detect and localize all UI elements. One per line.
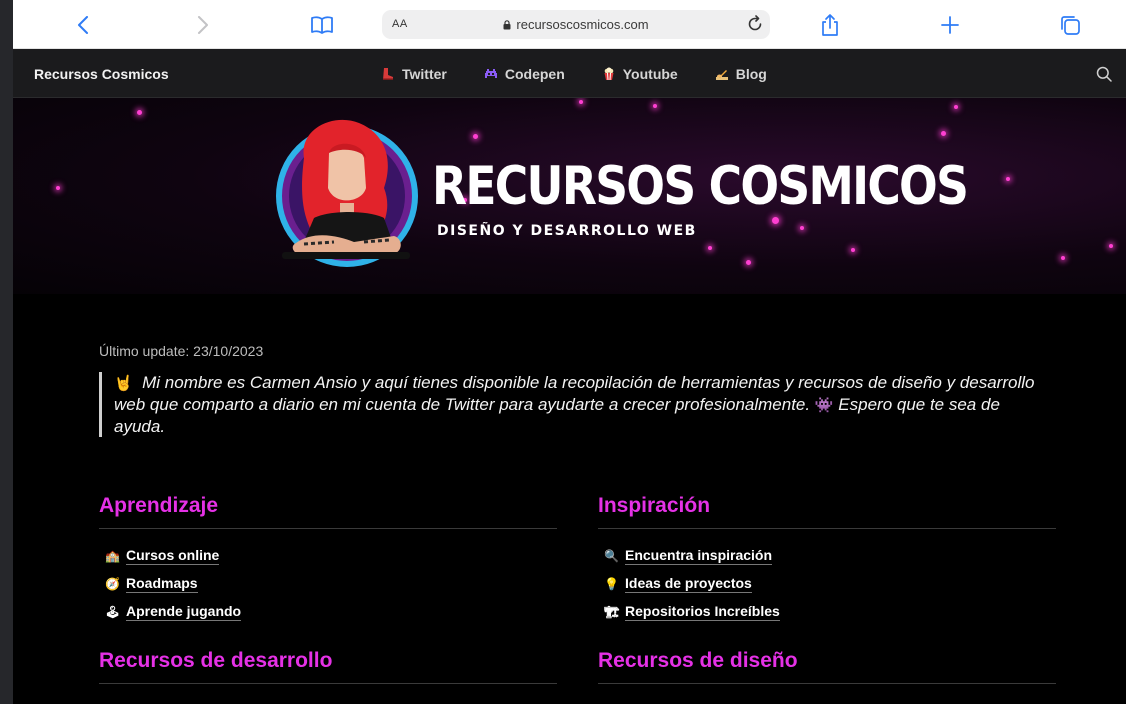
section-recursos-diseno: Recursos de diseño	[598, 649, 1056, 684]
site-brand[interactable]: Recursos Cosmicos	[34, 66, 169, 82]
boot-icon	[383, 68, 393, 80]
search-icon[interactable]	[1096, 66, 1112, 82]
site-navbar: Recursos Cosmicos Twitter Codepen Youtub…	[13, 49, 1126, 98]
link-label[interactable]: Encuentra inspiración	[625, 547, 773, 565]
lock-icon	[503, 20, 511, 30]
nav-link-codepen[interactable]: Codepen	[484, 66, 565, 82]
joystick-icon: 🕹	[105, 605, 121, 619]
section-title: Inspiración	[598, 494, 1056, 529]
link-label[interactable]: Ideas de proyectos	[625, 575, 752, 593]
list-item[interactable]: 🕹 Aprende jugando	[99, 598, 557, 626]
list-item[interactable]: 🏗 Repositorios Increíbles	[598, 598, 1056, 626]
section-inspiracion: Inspiración 🔍 Encuentra inspiración 💡 Idea…	[598, 494, 1056, 626]
chevron-right-icon	[198, 16, 208, 34]
address-bar[interactable]: AA recursoscosmicos.com	[382, 10, 770, 39]
avatar-logo	[276, 119, 418, 267]
browser-window: AA recursoscosmicos.com Recursos Cosmico…	[13, 0, 1126, 704]
share-button[interactable]	[817, 12, 843, 38]
school-icon: 🏫	[105, 549, 120, 563]
hero-banner: RECURSOS COSMICOS DISEÑO Y DESARROLLO WE…	[13, 98, 1126, 294]
section-recursos-desarrollo: Recursos de desarrollo	[99, 649, 557, 684]
nav-link-twitter[interactable]: Twitter	[381, 66, 447, 82]
url-text: recursoscosmicos.com	[516, 17, 649, 32]
writing-hand-icon	[715, 70, 728, 80]
lightbulb-icon: 💡	[604, 577, 619, 591]
banner-subtitle: DISEÑO Y DESARROLLO WEB	[437, 223, 697, 239]
banner-title: RECURSOS COSMICOS	[432, 156, 969, 217]
construction-icon: 🏗	[604, 605, 620, 619]
book-icon	[311, 16, 333, 34]
last-update: Último update: 23/10/2023	[99, 343, 264, 359]
nav-link-blog[interactable]: Blog	[715, 66, 767, 82]
forward-button[interactable]	[190, 12, 216, 38]
link-label[interactable]: Cursos online	[126, 547, 220, 565]
compass-icon: 🧭	[105, 577, 120, 591]
section-aprendizaje: Aprendizaje 🏫 Cursos online 🧭 Roadmaps 🕹 Ap…	[99, 494, 557, 626]
nav-links: Twitter Codepen Youtube Blog	[381, 66, 804, 82]
link-label[interactable]: Roadmaps	[126, 575, 198, 593]
section-list: 🏫 Cursos online 🧭 Roadmaps 🕹 Aprende jugand…	[99, 542, 557, 626]
plus-icon	[941, 16, 959, 34]
list-item[interactable]: 💡 Ideas de proyectos	[598, 570, 1056, 598]
nav-link-label: Codepen	[504, 66, 565, 82]
nav-link-label: Youtube	[622, 66, 678, 82]
intro-quote: 🤘 Mi nombre es Carmen Ansio y aquí tiene…	[99, 372, 1049, 437]
section-title: Recursos de desarrollo	[99, 649, 557, 684]
section-list: 🔍 Encuentra inspiración 💡 Ideas de proyect…	[598, 542, 1056, 626]
browser-toolbar: AA recursoscosmicos.com	[13, 0, 1126, 49]
reload-icon[interactable]	[746, 15, 764, 33]
nav-link-youtube[interactable]: Youtube	[602, 66, 678, 82]
tabs-icon	[1061, 16, 1080, 35]
rock-hand-emoji: 🤘	[114, 375, 133, 392]
bookmarks-button[interactable]	[309, 12, 335, 38]
share-icon	[822, 14, 838, 36]
link-label[interactable]: Aprende jugando	[126, 603, 242, 621]
section-title: Aprendizaje	[99, 494, 557, 529]
list-item[interactable]: 🔍 Encuentra inspiración	[598, 542, 1056, 570]
list-item[interactable]: 🧭 Roadmaps	[99, 570, 557, 598]
space-invader-icon	[484, 69, 497, 78]
popcorn-icon	[604, 67, 614, 81]
nav-link-label: Twitter	[402, 66, 447, 82]
list-item[interactable]: 🏫 Cursos online	[99, 542, 557, 570]
tabs-overview-button[interactable]	[1057, 12, 1083, 38]
chevron-left-icon	[78, 16, 88, 34]
section-title: Recursos de diseño	[598, 649, 1056, 684]
back-button[interactable]	[70, 12, 96, 38]
new-tab-button[interactable]	[937, 12, 963, 38]
link-label[interactable]: Repositorios Increíbles	[625, 603, 780, 621]
nav-link-label: Blog	[735, 66, 767, 82]
magnifier-icon: 🔍	[604, 549, 619, 563]
space-invader-emoji: 👾	[814, 397, 834, 414]
url-display[interactable]: recursoscosmicos.com	[382, 17, 770, 32]
